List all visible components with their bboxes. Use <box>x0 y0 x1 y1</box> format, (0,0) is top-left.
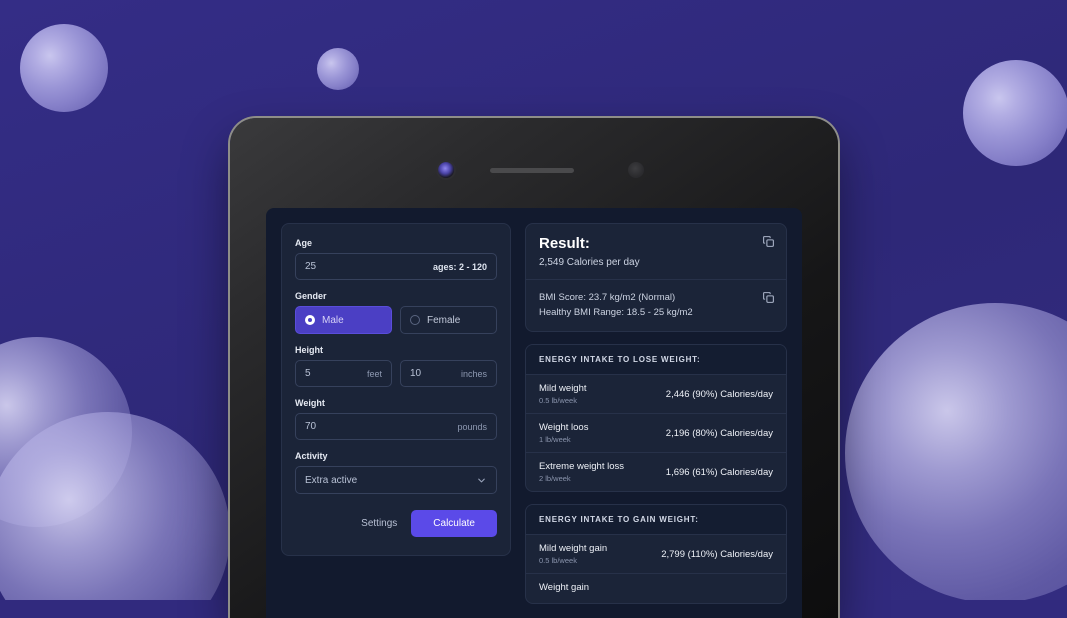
form-actions: Settings Calculate <box>295 510 497 537</box>
lose-weight-panel: ENERGY INTAKE TO LOSE WEIGHT: Mild weigh… <box>525 344 787 493</box>
settings-button[interactable]: Settings <box>361 518 397 529</box>
decorative-sphere <box>317 48 359 90</box>
row-name: Weight loos <box>539 422 589 434</box>
gender-option-male[interactable]: Male <box>295 306 392 334</box>
row-rate: 2 lb/week <box>539 474 571 484</box>
copy-icon[interactable] <box>762 291 775 304</box>
height-inputs: 5 feet 10 inches <box>295 360 497 387</box>
app-screen: Age 25 ages: 2 - 120 Gender Male Female <box>266 208 802 618</box>
row-rate: 0.5 lb/week <box>539 556 577 566</box>
result-bmi-block: BMI Score: 23.7 kg/m2 (Normal) Healthy B… <box>526 279 786 331</box>
gender-label: Gender <box>295 291 327 301</box>
row-text: Mild weight gain 0.5 lb/week <box>539 543 607 565</box>
weight-label: Weight <box>295 398 325 408</box>
calculate-button[interactable]: Calculate <box>411 510 497 537</box>
age-input[interactable]: 25 ages: 2 - 120 <box>295 253 497 280</box>
gain-weight-header: ENERGY INTAKE TO GAIN WEIGHT: <box>526 505 786 536</box>
height-feet-unit: feet <box>366 368 382 379</box>
table-row: Weight gain <box>526 573 786 603</box>
height-inches-input[interactable]: 10 inches <box>400 360 497 387</box>
decorative-sphere <box>0 412 230 600</box>
age-hint: ages: 2 - 120 <box>432 261 487 272</box>
row-name: Mild weight gain <box>539 543 608 555</box>
row-rate: 0.5 lb/week <box>539 396 577 406</box>
activity-value: Extra active <box>305 474 358 486</box>
weight-field-group: Weight 70 pounds <box>295 398 497 440</box>
weight-unit: pounds <box>457 421 487 432</box>
activity-field-group: Activity Extra active <box>295 451 497 494</box>
camera-icon <box>438 162 454 178</box>
row-value: 2,196 (80%) Calories/day <box>665 427 773 439</box>
table-row: Weight loos 1 lb/week 2,196 (80%) Calori… <box>526 413 786 452</box>
tablet-device: Age 25 ages: 2 - 120 Gender Male Female <box>230 118 838 618</box>
weight-input[interactable]: 70 pounds <box>295 413 497 440</box>
lose-weight-header: ENERGY INTAKE TO LOSE WEIGHT: <box>526 345 786 376</box>
row-name: Extreme weight loss <box>539 461 625 473</box>
table-row: Extreme weight loss 2 lb/week 1,696 (61%… <box>526 452 786 491</box>
result-panel: Result: 2,549 Calories per day BMI Score… <box>525 223 787 333</box>
gain-weight-panel: ENERGY INTAKE TO GAIN WEIGHT: Mild weigh… <box>525 504 787 605</box>
row-name: Weight gain <box>539 582 589 594</box>
row-text: Extreme weight loss 2 lb/week <box>539 461 624 483</box>
radio-icon <box>410 315 420 325</box>
row-text: Weight loos 1 lb/week <box>539 422 588 444</box>
table-row: Mild weight gain 0.5 lb/week 2,799 (110%… <box>526 535 786 573</box>
sensor-icon <box>628 162 644 178</box>
row-value: 2,799 (110%) Calories/day <box>661 548 773 560</box>
copy-icon[interactable] <box>762 235 775 248</box>
result-title: Result: <box>539 235 590 252</box>
decorative-sphere <box>20 24 108 112</box>
weight-value: 70 <box>305 421 317 432</box>
chevron-down-icon <box>476 475 487 486</box>
decorative-sphere <box>963 60 1067 166</box>
gender-radio-group: Male Female <box>295 306 497 334</box>
height-inches-unit: inches <box>460 368 487 379</box>
speaker-grille-icon <box>490 168 574 173</box>
row-name: Mild weight <box>539 383 587 395</box>
row-text: Weight gain <box>539 582 589 595</box>
bmi-score: BMI Score: 23.7 kg/m2 (Normal) <box>539 292 676 303</box>
height-feet-value: 5 <box>305 368 311 379</box>
gender-option-label: Male <box>322 314 344 326</box>
radio-icon <box>305 315 315 325</box>
height-feet-input[interactable]: 5 feet <box>295 360 392 387</box>
gender-field-group: Gender Male Female <box>295 291 497 334</box>
height-label: Height <box>295 345 323 355</box>
calculator-form: Age 25 ages: 2 - 120 Gender Male Female <box>281 223 511 556</box>
age-value: 25 <box>305 261 317 272</box>
result-calories: 2,549 Calories per day <box>539 257 640 268</box>
table-row: Mild weight 0.5 lb/week 2,446 (90%) Calo… <box>526 375 786 413</box>
decorative-sphere <box>845 303 1067 600</box>
age-label: Age <box>295 238 313 248</box>
gender-option-label: Female <box>427 314 461 326</box>
tablet-top-bezel <box>230 118 838 208</box>
bmi-range: Healthy BMI Range: 18.5 - 25 kg/m2 <box>539 306 693 318</box>
row-rate: 1 lb/week <box>539 435 571 445</box>
age-field-group: Age 25 ages: 2 - 120 <box>295 238 497 280</box>
row-value: 2,446 (90%) Calories/day <box>665 388 773 400</box>
height-inches-value: 10 <box>410 368 422 379</box>
row-text: Mild weight 0.5 lb/week <box>539 383 587 405</box>
gender-option-female[interactable]: Female <box>400 306 497 334</box>
activity-select[interactable]: Extra active <box>295 466 497 494</box>
activity-label: Activity <box>295 451 328 461</box>
result-calories-block: Result: 2,549 Calories per day <box>526 224 786 279</box>
row-value: 1,696 (61%) Calories/day <box>665 466 773 478</box>
height-field-group: Height 5 feet 10 inches <box>295 345 497 387</box>
results-column: Result: 2,549 Calories per day BMI Score… <box>525 223 787 618</box>
